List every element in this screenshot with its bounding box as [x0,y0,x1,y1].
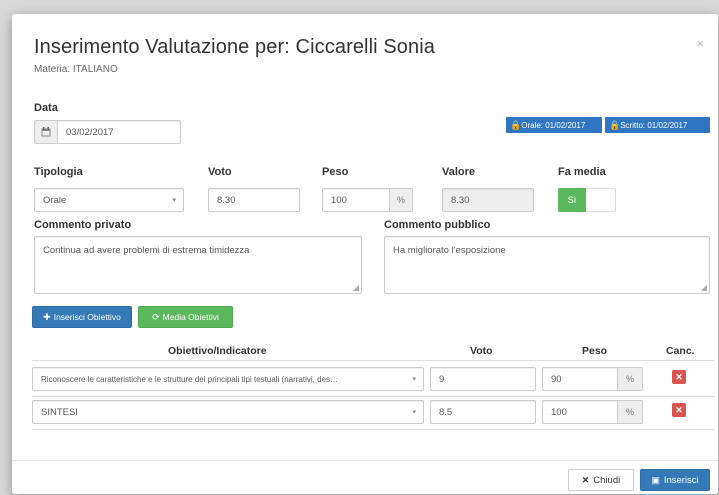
written-date-tag[interactable]: 🔒 Scritto: 01/02/2017 [605,117,710,133]
resize-handle-icon[interactable]: ◢ [353,283,359,292]
valore-field: 8.30 [442,188,534,212]
evaluation-modal: Inserimento Valutazione per: Ciccarelli … [12,14,718,494]
percent-addon: % [617,400,643,424]
table-divider [32,360,714,361]
header-peso: Peso [582,345,608,357]
calendar-icon[interactable] [34,120,58,144]
footer-divider [12,460,718,461]
peso-input[interactable]: 100 [322,188,390,212]
resize-handle-icon[interactable]: ◢ [701,283,707,292]
chevron-down-icon: ▾ [412,376,416,383]
add-objective-button[interactable]: ✚ Inserisci Obiettivo [32,306,132,328]
table-divider [32,396,714,397]
average-objectives-button[interactable]: ⟳ Media Obiettivi [138,306,233,328]
fa-media-toggle-on[interactable]: Sì [558,188,586,212]
voto-label: Voto [208,166,232,178]
valore-label: Valore [442,166,476,178]
lock-icon: 🔒 [510,119,522,130]
refresh-icon: ⟳ [152,311,160,322]
percent-addon: % [389,188,413,212]
fa-media-toggle-off[interactable] [586,188,616,212]
date-label: Data [34,102,58,114]
close-icon: ✕ [675,404,683,415]
modal-title: Inserimento Valutazione per: Ciccarelli … [34,36,435,58]
modal-subtitle: Materia: ITALIANO [34,64,118,75]
close-icon: ✕ [581,474,590,485]
public-comment-label: Commento pubblico [384,219,491,231]
close-icon[interactable]: × [696,36,704,51]
private-comment-textarea[interactable]: Continua ad avere problemi di estrema ti… [34,236,362,294]
table-divider [32,429,714,430]
fa-media-label: Fa media [558,166,606,178]
delete-row-button[interactable]: ✕ [672,403,686,417]
insert-button[interactable]: ▣ Inserisci [640,469,710,491]
voto-input-row-2[interactable]: 8.5 [430,400,536,424]
peso-input-row-2[interactable]: 100 [542,400,618,424]
tipologia-label: Tipologia [34,166,83,178]
objective-select-row-1[interactable]: Riconoscere le caratteristiche e le stru… [32,367,424,391]
header-voto: Voto [470,345,493,357]
date-input[interactable]: 03/02/2017 [57,120,181,144]
close-button[interactable]: ✕ Chiudi [568,469,634,491]
tipologia-select[interactable]: Orale ▾ [34,188,184,212]
public-comment-textarea[interactable]: Ha migliorato l'esposizione ◢ [384,236,710,294]
peso-label: Peso [322,166,349,178]
chevron-down-icon: ▾ [412,409,416,416]
percent-addon: % [617,367,643,391]
header-objective: Obiettivo/Indicatore [168,345,267,357]
voto-input[interactable]: 8.30 [208,188,300,212]
chevron-down-icon: ▾ [172,197,176,204]
close-icon: ✕ [675,371,683,382]
save-icon: ▣ [651,474,660,485]
delete-row-button[interactable]: ✕ [672,370,686,384]
peso-input-row-1[interactable]: 90 [542,367,618,391]
plus-icon: ✚ [43,311,51,322]
objective-select-row-2[interactable]: SINTESI ▾ [32,400,424,424]
oral-date-tag[interactable]: 🔒 Orale: 01/02/2017 [506,117,602,133]
private-comment-label: Commento privato [34,219,132,231]
header-canc: Canc. [666,345,695,357]
lock-icon: 🔒 [609,119,621,130]
voto-input-row-1[interactable]: 9 [430,367,536,391]
